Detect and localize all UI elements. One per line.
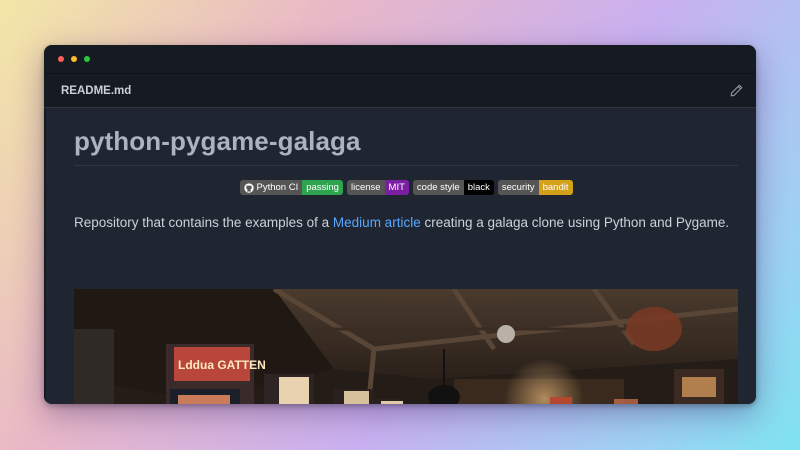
description-suffix: creating a galaga clone using Python and… <box>424 215 730 230</box>
pencil-icon[interactable] <box>728 83 744 99</box>
maximize-window-button[interactable] <box>84 56 90 62</box>
description-prefix: Repository that contains the examples of… <box>74 215 330 230</box>
badge-value: bandit <box>538 180 573 195</box>
close-window-button[interactable] <box>58 56 64 62</box>
minimize-window-button[interactable] <box>71 56 77 62</box>
badge-label: Python CI <box>256 182 299 193</box>
badge-python-ci[interactable]: Python CI passing <box>239 180 343 195</box>
arcade-photo: Lddua GATTEN <box>74 289 738 404</box>
badge-row: Python CI passing license MIT code style… <box>74 180 738 195</box>
badge-value: black <box>463 180 494 195</box>
title-bar <box>44 45 756 74</box>
readme-description: Repository that contains the examples of… <box>74 215 738 230</box>
file-header: README.md <box>44 74 756 108</box>
badge-code-style[interactable]: code style black <box>412 180 494 195</box>
badge-label: code style <box>412 180 464 195</box>
file-name: README.md <box>61 84 132 97</box>
badge-license[interactable]: license MIT <box>346 180 409 195</box>
badge-label: security <box>497 180 539 195</box>
medium-article-link[interactable]: Medium article <box>333 215 421 230</box>
badge-value: passing <box>302 180 343 195</box>
readme-title: python-pygame-galaga <box>74 108 738 166</box>
badge-value: MIT <box>384 180 409 195</box>
readme-content: python-pygame-galaga Python CI passing l… <box>44 108 756 404</box>
badge-security[interactable]: security bandit <box>497 180 573 195</box>
github-icon <box>243 182 254 193</box>
app-window: README.md python-pygame-galaga Python CI… <box>44 45 756 404</box>
arcade-sign: Lddua GATTEN <box>178 358 266 372</box>
badge-label: license <box>346 180 385 195</box>
